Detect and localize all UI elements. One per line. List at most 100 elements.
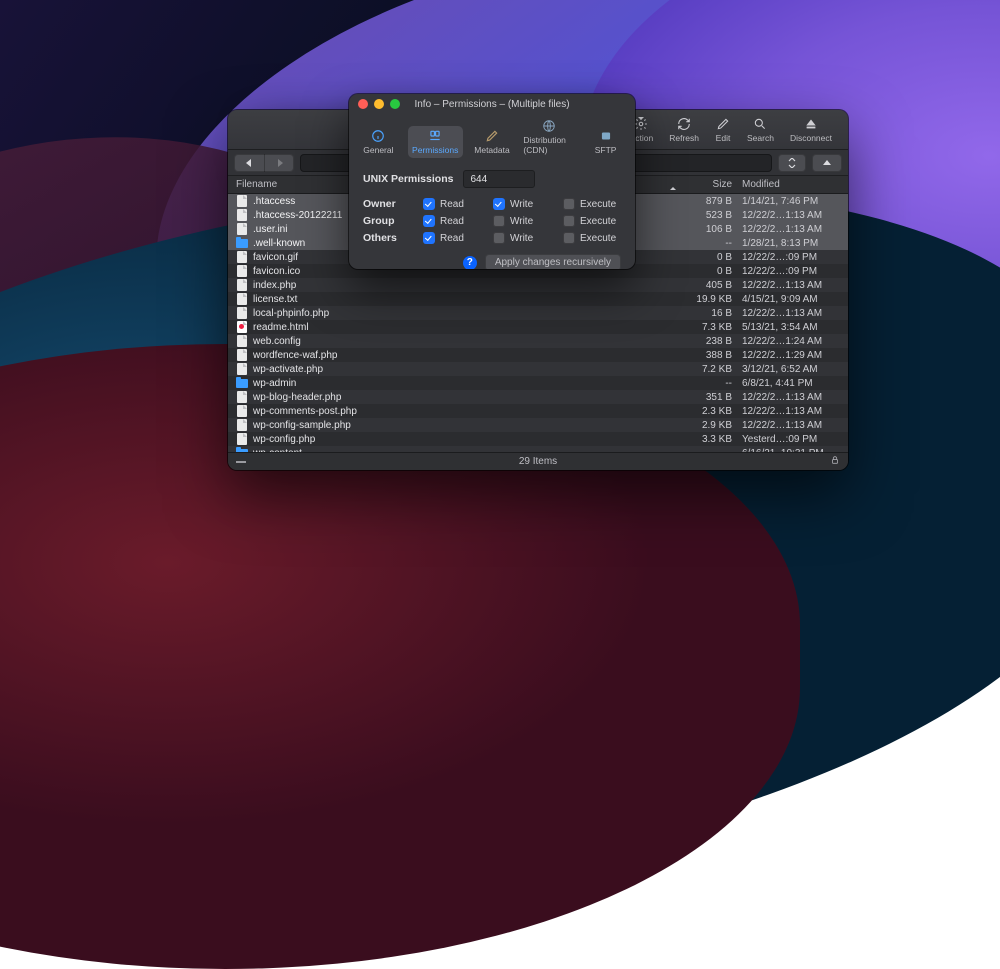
file-size: 7.3 KB	[678, 322, 736, 333]
file-name: local-phpinfo.php	[253, 308, 678, 319]
checkbox-box-icon	[423, 232, 435, 244]
file-icon	[236, 251, 248, 263]
file-icon	[236, 349, 248, 361]
table-row[interactable]: wp-config-sample.php2.9 KB12/22/2…1:13 A…	[228, 418, 848, 432]
file-size: 388 B	[678, 350, 736, 361]
help-button[interactable]: ?	[463, 256, 477, 270]
minimize-icon[interactable]	[374, 99, 384, 109]
table-row[interactable]: index.php405 B12/22/2…1:13 AM	[228, 278, 848, 292]
zoom-icon[interactable]	[390, 99, 400, 109]
file-icon	[236, 335, 248, 347]
checkbox-owner-write[interactable]: Write	[493, 198, 563, 210]
tab-cdn[interactable]: Distribution (CDN)	[521, 116, 576, 158]
file-icon	[236, 419, 248, 431]
info-panel[interactable]: Info – Permissions – (Multiple files) Ge…	[349, 94, 635, 269]
pencil-icon	[715, 117, 731, 131]
close-icon[interactable]	[358, 99, 368, 109]
file-name: wordfence-waf.php	[253, 350, 678, 361]
checkbox-others-read[interactable]: Read	[423, 232, 493, 244]
table-row[interactable]: wp-activate.php7.2 KB3/12/21, 6:52 AM	[228, 362, 848, 376]
info-icon	[370, 129, 386, 143]
checkbox-group-write[interactable]: Write	[493, 215, 563, 227]
checkbox-label: Read	[440, 216, 464, 227]
col-size[interactable]: Size	[678, 179, 736, 190]
table-row[interactable]: readme.html7.3 KB5/13/21, 3:54 AM	[228, 320, 848, 334]
search-button[interactable]: Search	[741, 117, 780, 143]
file-icon	[236, 405, 248, 417]
file-modified: 6/8/21, 4:41 PM	[736, 378, 848, 389]
perm-role-owner: Owner	[363, 198, 423, 210]
status-items: 29 Items	[519, 456, 557, 467]
checkbox-label: Execute	[580, 199, 616, 210]
file-size: 238 B	[678, 336, 736, 347]
folder-icon	[236, 377, 248, 389]
file-size: --	[678, 238, 736, 249]
tab-metadata[interactable]: Metadata	[465, 126, 520, 158]
file-modified: 12/22/2…1:13 AM	[736, 406, 848, 417]
file-icon	[236, 363, 248, 375]
file-icon	[236, 195, 248, 207]
refresh-button[interactable]: Refresh	[663, 117, 705, 143]
file-icon	[236, 307, 248, 319]
file-icon	[236, 209, 248, 221]
info-title: Info – Permissions – (Multiple files)	[414, 99, 569, 110]
unix-permissions-field[interactable]	[463, 170, 535, 188]
file-icon	[236, 265, 248, 277]
up-button[interactable]	[812, 154, 842, 172]
disconnect-button[interactable]: Disconnect	[784, 117, 838, 143]
file-name: wp-blog-header.php	[253, 392, 678, 403]
file-size: 0 B	[678, 266, 736, 277]
file-size: 106 B	[678, 224, 736, 235]
unix-permissions-label: UNIX Permissions	[363, 173, 453, 185]
path-popup-button[interactable]	[778, 154, 806, 172]
checkbox-box-icon	[423, 215, 435, 227]
file-modified: 5/13/21, 3:54 AM	[736, 322, 848, 333]
table-row[interactable]: wp-comments-post.php2.3 KB12/22/2…1:13 A…	[228, 404, 848, 418]
metadata-icon	[484, 129, 500, 143]
globe-icon	[541, 119, 557, 133]
file-name: readme.html	[253, 322, 678, 333]
file-modified: 1/14/21, 7:46 PM	[736, 196, 848, 207]
file-name: license.txt	[253, 294, 678, 305]
lock-icon	[830, 455, 840, 468]
file-modified: 12/22/2…1:13 AM	[736, 210, 848, 221]
checkbox-owner-read[interactable]: Read	[423, 198, 493, 210]
traffic-lights	[358, 99, 400, 109]
table-row[interactable]: wp-blog-header.php351 B12/22/2…1:13 AM	[228, 390, 848, 404]
nav-back-forward	[234, 154, 294, 172]
tab-sftp[interactable]: SFTP	[578, 126, 633, 158]
checkbox-group-read[interactable]: Read	[423, 215, 493, 227]
file-icon	[236, 279, 248, 291]
table-row[interactable]: wordfence-waf.php388 B12/22/2…1:29 AM	[228, 348, 848, 362]
checkbox-owner-execute[interactable]: Execute	[563, 198, 633, 210]
apply-recursively-button[interactable]: Apply changes recursively	[485, 254, 621, 269]
table-row[interactable]: wp-config.php3.3 KBYesterd…:09 PM	[228, 432, 848, 446]
back-button[interactable]	[234, 154, 264, 172]
checkbox-label: Execute	[580, 233, 616, 244]
file-modified: 12/22/2…1:13 AM	[736, 392, 848, 403]
table-row[interactable]: license.txt19.9 KB4/15/21, 9:09 AM	[228, 292, 848, 306]
table-row[interactable]: web.config238 B12/22/2…1:24 AM	[228, 334, 848, 348]
checkbox-box-icon	[493, 215, 505, 227]
checkbox-others-write[interactable]: Write	[493, 232, 563, 244]
file-icon	[236, 391, 248, 403]
table-row[interactable]: wp-admin--6/8/21, 4:41 PM	[228, 376, 848, 390]
file-size: --	[678, 378, 736, 389]
file-modified: 3/12/21, 6:52 AM	[736, 364, 848, 375]
info-titlebar[interactable]: Info – Permissions – (Multiple files)	[349, 94, 635, 114]
tab-general[interactable]: General	[351, 126, 406, 158]
file-modified: 12/22/2…:09 PM	[736, 266, 848, 277]
info-tabs: General Permissions Metadata Distributio…	[349, 114, 635, 162]
file-modified: 12/22/2…:09 PM	[736, 252, 848, 263]
table-row[interactable]: local-phpinfo.php16 B12/22/2…1:13 AM	[228, 306, 848, 320]
file-size: 523 B	[678, 210, 736, 221]
checkbox-others-execute[interactable]: Execute	[563, 232, 633, 244]
file-size: 16 B	[678, 308, 736, 319]
checkbox-group-execute[interactable]: Execute	[563, 215, 633, 227]
col-modified[interactable]: Modified	[736, 179, 848, 190]
forward-button[interactable]	[264, 154, 294, 172]
tab-permissions[interactable]: Permissions	[408, 126, 463, 158]
file-icon	[236, 321, 248, 333]
edit-button[interactable]: Edit	[709, 117, 737, 143]
file-size: 7.2 KB	[678, 364, 736, 375]
